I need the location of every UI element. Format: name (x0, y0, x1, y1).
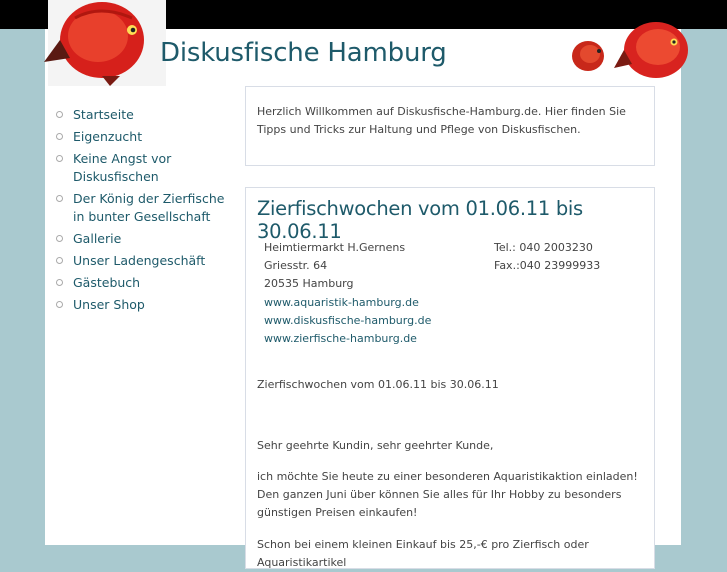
address-line-1: Heimtiermarkt H.Gernens (264, 241, 406, 254)
discus-fish-right-icon (572, 22, 688, 78)
main-nav: Startseite Eigenzucht Keine Angst vor Di… (56, 106, 236, 318)
link-aquaristik-hamburg[interactable]: www.aquaristik-hamburg.de (264, 294, 431, 312)
nav-item-gaestebuch: Gästebuch (56, 274, 236, 292)
intro-text: Herzlich Willkommen auf Diskusfische-Ham… (257, 105, 626, 136)
phone-number: Tel.: 040 2003230 (494, 241, 593, 254)
nav-link-keine-angst[interactable]: Keine Angst vor Diskusfischen (73, 151, 171, 184)
nav-link-gaestebuch[interactable]: Gästebuch (73, 275, 140, 290)
address-block: Heimtiermarkt H.Gernens Griesstr. 64 205… (264, 239, 431, 348)
link-diskusfische-hamburg[interactable]: www.diskusfische-hamburg.de (264, 312, 431, 330)
address-line-3: 20535 Hamburg (264, 277, 354, 291)
circle-bullet-icon (56, 279, 63, 286)
nav-item-shop: Unser Shop (56, 296, 236, 314)
address-line-2: Griesstr. 64 (264, 259, 328, 273)
invitation-line-1: ich möchte Sie heute zu einer besonderen… (257, 470, 638, 483)
site-title: Diskusfische Hamburg (160, 38, 447, 68)
invitation-line-2: Den ganzen Juni über können Sie alles fü… (257, 488, 622, 520)
nav-link-startseite[interactable]: Startseite (73, 107, 134, 122)
nav-item-gallerie: Gallerie (56, 230, 236, 248)
nav-link-eigenzucht[interactable]: Eigenzucht (73, 129, 142, 144)
circle-bullet-icon (56, 133, 63, 140)
fax-number: Fax.:040 23999933 (494, 259, 601, 273)
article-title: Zierfischwochen vom 01.06.11 bis 30.06.1… (257, 197, 583, 243)
nav-link-shop[interactable]: Unser Shop (73, 297, 145, 312)
paragraph-offer: Schon bei einem kleinen Einkauf bis 25,-… (257, 538, 589, 570)
paragraph-invitation: ich möchte Sie heute zu einer besonderen… (257, 468, 649, 523)
contact-block: Tel.: 040 2003230 Fax.:040 23999933 (494, 239, 600, 275)
nav-item-eigenzucht: Eigenzucht (56, 128, 236, 146)
circle-bullet-icon (56, 155, 63, 162)
nav-item-koenig: Der König der Zierfische in bunter Gesel… (56, 190, 236, 226)
discus-fish-logo-icon (44, 0, 166, 86)
paragraph-dates: Zierfischwochen vom 01.06.11 bis 30.06.1… (257, 378, 499, 391)
circle-bullet-icon (56, 195, 63, 202)
nav-link-gallerie[interactable]: Gallerie (73, 231, 121, 246)
nav-item-keine-angst: Keine Angst vor Diskusfischen (56, 150, 236, 186)
nav-item-startseite: Startseite (56, 106, 236, 124)
nav-link-ladengeschaeft[interactable]: Unser Ladengeschäft (73, 253, 205, 268)
circle-bullet-icon (56, 235, 63, 242)
nav-link-koenig[interactable]: Der König der Zierfische in bunter Gesel… (73, 191, 224, 224)
paragraph-greeting: Sehr geehrte Kundin, sehr geehrter Kunde… (257, 439, 494, 452)
circle-bullet-icon (56, 301, 63, 308)
circle-bullet-icon (56, 257, 63, 264)
nav-item-ladengeschaeft: Unser Ladengeschäft (56, 252, 236, 270)
circle-bullet-icon (56, 111, 63, 118)
intro-box: Herzlich Willkommen auf Diskusfische-Ham… (245, 86, 655, 166)
article-box: Zierfischwochen vom 01.06.11 bis 30.06.1… (245, 187, 655, 569)
link-zierfische-hamburg[interactable]: www.zierfische-hamburg.de (264, 330, 431, 348)
